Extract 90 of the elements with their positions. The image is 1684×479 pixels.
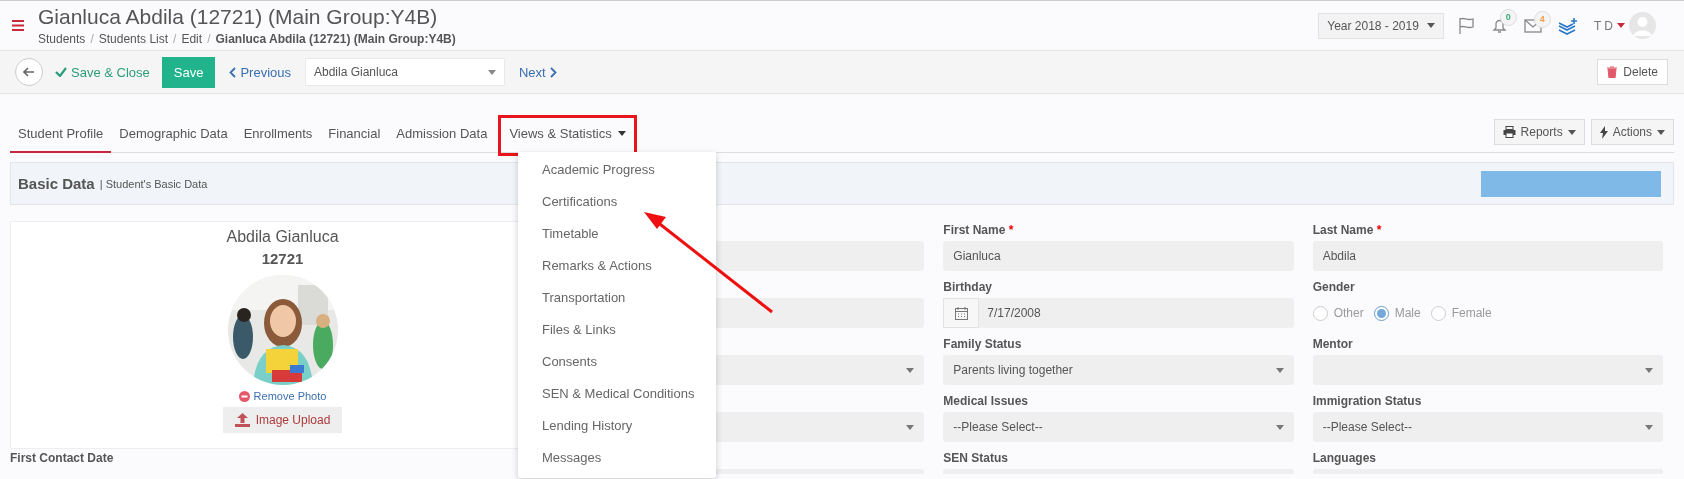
breadcrumb-link[interactable]: Edit [181, 32, 203, 46]
menu-item[interactable]: SEN & Medical Conditions [518, 378, 716, 410]
trash-icon [1607, 66, 1618, 78]
message-count: 4 [1533, 10, 1551, 28]
breadcrumb-current: Gianluca Abdila (12721) (Main Group:Y4B) [215, 32, 456, 46]
printer-icon [1502, 126, 1516, 138]
caret-icon [617, 131, 626, 136]
caret-icon [488, 69, 496, 75]
field-label: Mentor [1312, 337, 1354, 353]
student-name: Abdila Gianluca [226, 228, 339, 246]
calendar-icon [954, 306, 968, 320]
chevron-right-icon [549, 66, 557, 78]
field-label: Immigration Status [1312, 394, 1423, 410]
menu-item[interactable]: Academic Progress [518, 154, 716, 186]
actions-button[interactable]: Actions [1590, 119, 1674, 145]
back-button[interactable] [15, 58, 43, 86]
upload-icon [234, 413, 250, 427]
field-label: Gender [1312, 280, 1356, 296]
user-menu[interactable]: T D [1593, 12, 1656, 39]
check-icon [55, 67, 67, 77]
menu-item[interactable]: Transportation [518, 282, 716, 314]
tab[interactable]: Admission Data [388, 118, 496, 153]
radio-button[interactable] [1373, 305, 1389, 321]
breadcrumb-link[interactable]: Students List [98, 32, 169, 46]
notification-count: 0 [1499, 9, 1517, 26]
section-subtitle: | Student's Basic Data [99, 177, 209, 190]
caret-icon [1645, 367, 1653, 373]
field-label: SEN Status [943, 451, 1009, 467]
breadcrumb-separator: / [207, 32, 211, 46]
text-field[interactable]: Gianluca [943, 241, 1294, 271]
menu-item[interactable]: Remarks & Actions [518, 250, 716, 282]
layers-icon[interactable] [1557, 16, 1578, 35]
menu-item[interactable]: Timetable [518, 218, 716, 250]
menu-item[interactable]: Files & Links [518, 314, 716, 346]
select-field[interactable]: Parents living together [943, 355, 1294, 385]
lightning-icon [1599, 125, 1608, 139]
date-field[interactable]: 7/17/2008 [943, 298, 1294, 328]
caret-icon [906, 367, 915, 373]
section-button[interactable] [1481, 170, 1661, 197]
envelope-icon[interactable] [1523, 18, 1542, 33]
caret-icon [1617, 23, 1625, 28]
select-field[interactable]: --Please Select-- [943, 412, 1294, 442]
flag-icon[interactable] [1457, 17, 1475, 34]
menu-item[interactable]: Messages [518, 442, 716, 474]
menu-item[interactable]: Certifications [518, 186, 716, 218]
breadcrumb-separator: / [173, 32, 177, 46]
tab[interactable]: Enrollments [235, 118, 321, 153]
select-field[interactable]: --Please Select-- [1312, 412, 1663, 442]
menu-icon[interactable] [12, 20, 24, 31]
menu-item[interactable]: Consents [518, 346, 716, 378]
delete-button[interactable]: Delete [1597, 59, 1668, 85]
field-label: Languages [1312, 451, 1377, 467]
page-title: Gianluca Abdila (12721) (Main Group:Y4B) [38, 5, 439, 29]
field-label: Medical Issues [943, 394, 1030, 410]
remove-photo-link[interactable]: Remove Photo [238, 390, 327, 402]
tab[interactable]: Views & Statistics [501, 118, 634, 153]
next-button[interactable]: Next [519, 64, 557, 80]
field-label: First Name * [943, 223, 1015, 239]
tab[interactable]: Financial [320, 118, 389, 153]
tab[interactable]: Demographic Data [111, 118, 236, 153]
menu-item[interactable]: Lending History [518, 410, 716, 442]
caret-icon [1275, 367, 1284, 373]
reports-button[interactable]: Reports [1493, 119, 1585, 145]
field-label: Last Name * [1312, 223, 1383, 239]
caret-icon [1275, 424, 1284, 430]
image-upload-button[interactable]: Image Upload [222, 407, 343, 433]
caret-icon [1567, 129, 1576, 135]
bell-icon[interactable] [1490, 17, 1508, 34]
caret-icon [1657, 129, 1665, 135]
caret-icon [1426, 23, 1435, 28]
select-field[interactable] [1312, 355, 1663, 385]
section-title: Basic Data [18, 175, 95, 192]
breadcrumb-separator: / [90, 32, 94, 46]
minus-circle-icon [238, 390, 250, 402]
radio-button[interactable] [1312, 305, 1328, 321]
radio-button[interactable] [1430, 305, 1446, 321]
field-label: Birthday [943, 280, 993, 296]
chevron-left-icon [229, 66, 237, 78]
back-arrow-icon [23, 67, 35, 77]
breadcrumb-link[interactable]: Students [38, 32, 86, 46]
tab[interactable]: Student Profile [10, 118, 112, 153]
student-select[interactable]: Abdila Gianluca [305, 58, 505, 86]
field-label: Family Status [943, 337, 1023, 353]
caret-icon [906, 424, 915, 430]
student-id: 12721 [261, 250, 304, 267]
year-select[interactable]: Year 2018 - 2019 [1318, 12, 1444, 39]
previous-button[interactable]: Previous [229, 64, 291, 80]
avatar-icon [1629, 12, 1656, 39]
caret-icon [1645, 424, 1653, 430]
text-field[interactable]: Abdila [1312, 241, 1663, 271]
